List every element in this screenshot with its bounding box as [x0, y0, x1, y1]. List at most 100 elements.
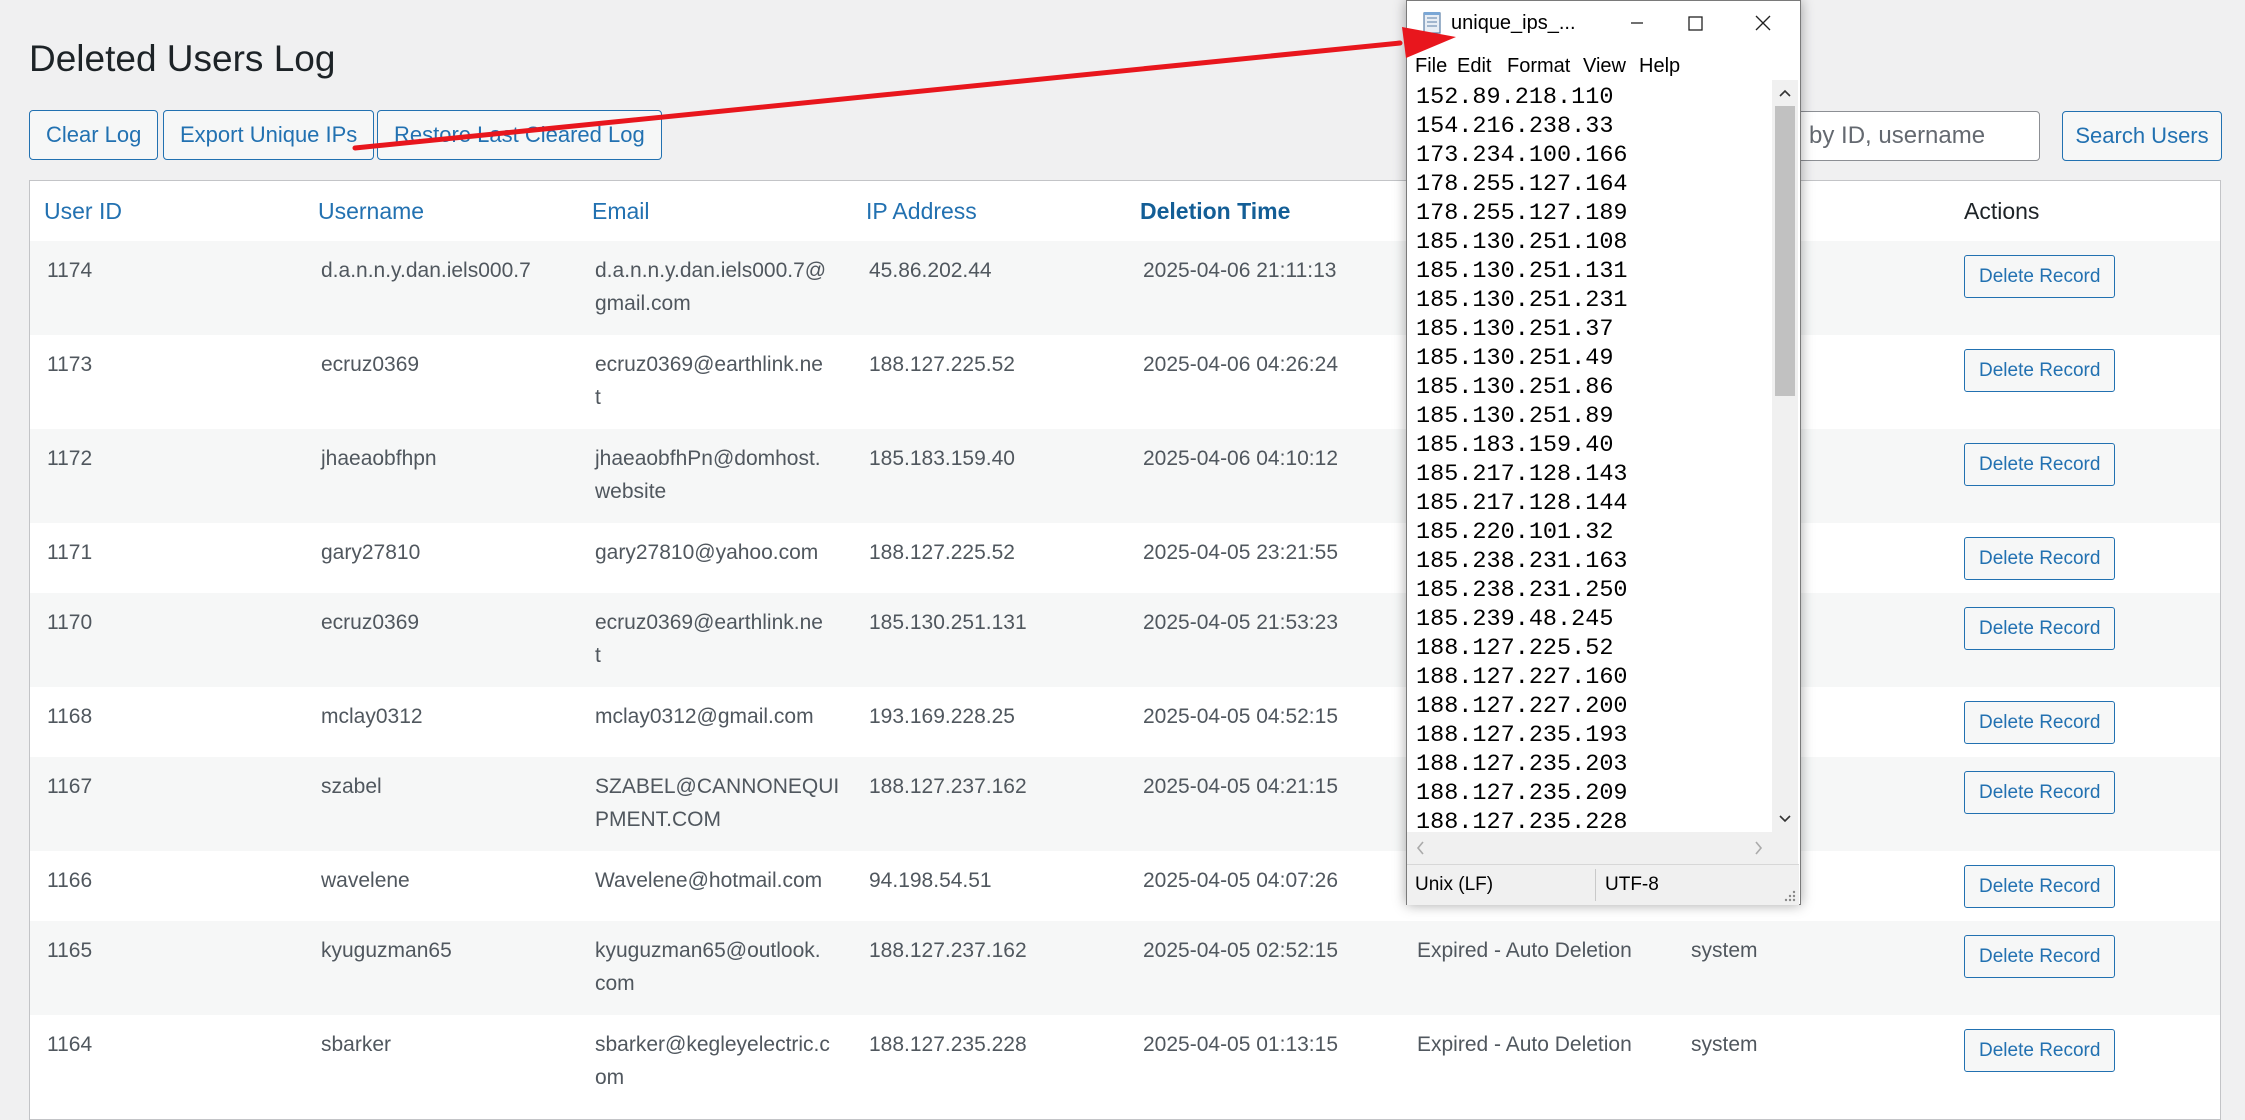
horizontal-scrollbar[interactable]: [1407, 832, 1772, 864]
ip-line: 185.130.251.89: [1416, 403, 1614, 430]
cell-ip-address: 193.169.228.25: [869, 705, 1015, 728]
column-header-ip-address[interactable]: IP Address: [866, 181, 977, 241]
table-row: 1166 wavelene Wavelene@hotmail.com 94.198.5…: [30, 851, 2220, 921]
menu-file[interactable]: File: [1415, 51, 1447, 81]
cell-deleted-by: system: [1691, 1033, 1758, 1056]
column-header-deletion-time[interactable]: Deletion Time: [1140, 181, 1290, 241]
cell-username: gary27810: [321, 541, 421, 564]
ip-line: 185.130.251.108: [1416, 229, 1628, 256]
cell-user-id: 1164: [47, 1033, 93, 1056]
delete-record-button[interactable]: Delete Record: [1964, 1029, 2116, 1072]
delete-record-button[interactable]: Delete Record: [1964, 537, 2116, 580]
page-title: Deleted Users Log: [29, 38, 336, 79]
cell-ip-address: 188.127.237.162: [869, 939, 1027, 962]
ip-line: 154.216.238.33: [1416, 113, 1614, 140]
cell-email: kyuguzman65@outlook. com: [595, 939, 821, 995]
cell-deletion-time: 2025-04-05 01:13:15: [1143, 1033, 1338, 1056]
delete-record-button[interactable]: Delete Record: [1964, 935, 2116, 978]
menu-view[interactable]: View: [1583, 51, 1626, 81]
ip-line: 185.183.159.40: [1416, 432, 1614, 459]
delete-record-button[interactable]: Delete Record: [1964, 607, 2116, 650]
cell-username: d.a.n.n.y.dan.iels000.7: [321, 259, 531, 282]
restore-last-cleared-log-button[interactable]: Restore Last Cleared Log: [377, 110, 662, 160]
menu-edit[interactable]: Edit: [1457, 51, 1491, 81]
vertical-scrollbar[interactable]: [1772, 80, 1798, 832]
cell-user-id: 1168: [47, 705, 93, 728]
cell-ip-address: 188.127.225.52: [869, 353, 1015, 376]
notepad-window: unique_ips_... File Edit Format View Hel…: [1406, 0, 1801, 905]
clear-log-button[interactable]: Clear Log: [29, 110, 159, 160]
cell-email: jhaeaobfhPn@domhost. website: [595, 447, 821, 503]
table-row: 1168 mclay0312 mclay0312@gmail.com 193.169.…: [30, 687, 2220, 757]
scroll-right-icon[interactable]: [1746, 832, 1772, 864]
cell-email: d.a.n.n.y.dan.iels000.7@ gmail.com: [595, 259, 827, 315]
scroll-up-icon[interactable]: [1772, 80, 1798, 106]
cell-username: wavelene: [321, 869, 410, 892]
cell-deletion-time: 2025-04-06 04:26:24: [1143, 353, 1338, 376]
close-icon[interactable]: [1733, 1, 1793, 45]
column-header-email[interactable]: Email: [592, 181, 650, 241]
ip-line: 185.130.251.131: [1416, 258, 1628, 285]
delete-record-button[interactable]: Delete Record: [1964, 349, 2116, 392]
cell-user-id: 1166: [47, 869, 93, 892]
cell-reason: Expired - Auto Deletion: [1417, 939, 1632, 962]
table-row: 1174 d.a.n.n.y.dan.iels000.7 d.a.n.n.y.dan…: [30, 241, 2220, 335]
ip-line: 185.220.101.32: [1416, 519, 1614, 546]
delete-record-button[interactable]: Delete Record: [1964, 443, 2116, 486]
menu-format[interactable]: Format: [1507, 51, 1570, 81]
export-unique-ips-button[interactable]: Export Unique IPs: [163, 110, 375, 160]
notepad-menu-bar: File Edit Format View Help: [1407, 51, 1800, 81]
cell-ip-address: 188.127.235.228: [869, 1033, 1027, 1056]
cell-email: mclay0312@gmail.com: [595, 705, 814, 728]
table-row: 1170 ecruz0369 ecruz0369@earthlink.ne t 185…: [30, 593, 2220, 687]
ip-line: 188.127.227.200: [1416, 693, 1628, 720]
cell-deletion-time: 2025-04-05 02:52:15: [1143, 939, 1338, 962]
ip-line: 185.130.251.49: [1416, 345, 1614, 372]
column-header-username[interactable]: Username: [318, 181, 424, 241]
cell-ip-address: 188.127.237.162: [869, 775, 1027, 798]
ip-line: 188.127.235.209: [1416, 780, 1628, 807]
cell-username: sbarker: [321, 1033, 392, 1056]
vertical-scroll-thumb[interactable]: [1775, 106, 1795, 396]
maximize-icon[interactable]: [1665, 1, 1725, 45]
table-row: 1167 szabel SZABEL@CANNONEQUI PMENT.COM 188…: [30, 757, 2220, 851]
table-row: 1164 sbarker sbarker@kegleyelectric.c om 18…: [30, 1015, 2220, 1109]
notepad-text-area[interactable]: 152.89.218.110 154.216.238.33 173.234.100.…: [1408, 81, 1773, 833]
minimize-icon[interactable]: [1607, 1, 1667, 45]
column-header-user-id[interactable]: User ID: [44, 181, 122, 241]
delete-record-button[interactable]: Delete Record: [1964, 865, 2116, 908]
delete-record-button[interactable]: Delete Record: [1964, 771, 2116, 814]
notepad-status-bar: Unix (LF) UTF-8: [1407, 864, 1799, 905]
cell-ip-address: 188.127.225.52: [869, 541, 1015, 564]
ip-line: 152.89.218.110: [1416, 84, 1614, 111]
notepad-title-bar[interactable]: unique_ips_...: [1407, 1, 1800, 45]
deleted-users-table: User ID Username Email IP Address Deleti…: [29, 180, 2221, 1120]
menu-help[interactable]: Help: [1639, 51, 1680, 81]
cell-email: ecruz0369@earthlink.ne t: [595, 611, 823, 667]
cell-username: ecruz0369: [321, 353, 420, 376]
search-users-button[interactable]: Search Users: [2062, 111, 2222, 161]
cell-deletion-time: 2025-04-05 04:52:15: [1143, 705, 1338, 728]
resize-grip-icon[interactable]: [1781, 887, 1797, 903]
ip-line: 188.127.225.52: [1416, 635, 1614, 662]
ip-line: 185.239.48.245: [1416, 606, 1614, 633]
table-row: 1165 kyuguzman65 kyuguzman65@outlook. com 1…: [30, 921, 2220, 1015]
status-divider: [1595, 869, 1596, 901]
scroll-down-icon[interactable]: [1772, 806, 1798, 832]
scroll-left-icon[interactable]: [1407, 832, 1433, 864]
cell-user-id: 1165: [47, 939, 93, 962]
notepad-title: unique_ips_...: [1451, 12, 1576, 34]
cell-email: ecruz0369@earthlink.ne t: [595, 353, 823, 409]
column-header-actions: Actions: [1964, 198, 2040, 224]
cell-username: jhaeaobfhpn: [321, 447, 437, 470]
cell-ip-address: 45.86.202.44: [869, 259, 992, 282]
cell-deletion-time: 2025-04-05 04:21:15: [1143, 775, 1338, 798]
delete-record-button[interactable]: Delete Record: [1964, 701, 2116, 744]
cell-deletion-time: 2025-04-05 23:21:55: [1143, 541, 1338, 564]
delete-record-button[interactable]: Delete Record: [1964, 255, 2116, 298]
cell-user-id: 1174: [47, 259, 93, 282]
ip-line: 185.217.128.144: [1416, 490, 1628, 517]
scrollbar-corner: [1772, 832, 1798, 864]
ip-line: 188.127.235.228: [1416, 809, 1628, 833]
search-input[interactable]: ch by ID, username: [1760, 111, 2040, 161]
